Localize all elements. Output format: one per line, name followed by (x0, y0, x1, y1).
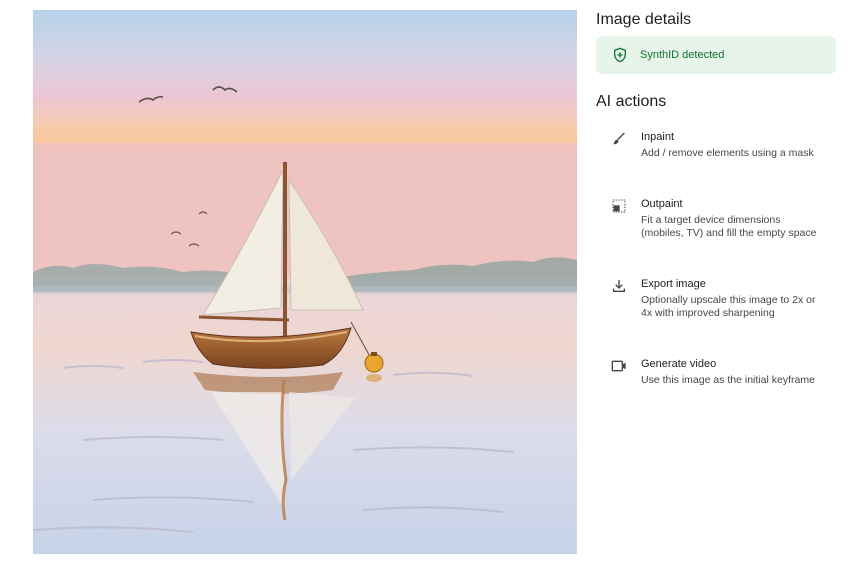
synthid-badge: SynthID detected (596, 36, 836, 74)
image-details-title: Image details (596, 11, 692, 28)
ai-actions-title: AI actions (596, 93, 667, 110)
generate-video-description: Use this image as the initial keyframe (641, 374, 815, 386)
generate-video-title: Generate video (641, 358, 717, 370)
outpaint-title: Outpaint (641, 198, 683, 210)
inpaint-title: Inpaint (641, 131, 675, 143)
sailboat-painting (33, 10, 577, 554)
video-icon (610, 357, 628, 375)
generated-image[interactable] (33, 10, 577, 554)
outpaint-icon (610, 197, 628, 215)
outpaint-description: Fit a target device dimensions (mobiles,… (641, 214, 817, 239)
shield-icon (610, 45, 630, 65)
inpaint-description: Add / remove elements using a mask (641, 147, 814, 159)
brush-icon (610, 130, 628, 148)
export-image-title: Export image (641, 278, 706, 290)
download-icon (610, 277, 628, 295)
export-image-description: Optionally upscale this image to 2x or 4… (641, 294, 816, 319)
synthid-label: SynthID detected (640, 49, 725, 61)
